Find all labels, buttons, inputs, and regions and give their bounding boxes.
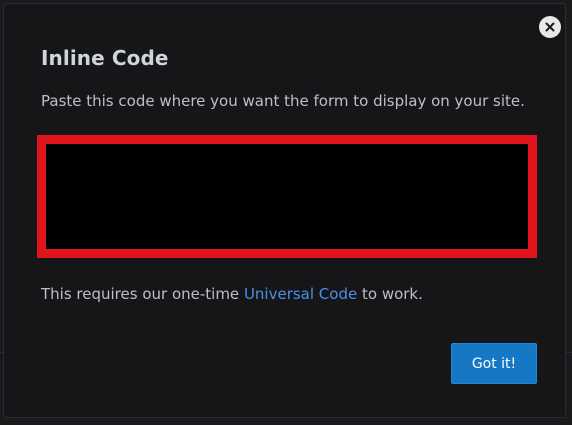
code-box-highlight [37, 135, 537, 258]
dialog-instruction: Paste this code where you want the form … [41, 92, 525, 110]
close-button[interactable] [539, 16, 561, 38]
dialog-title: Inline Code [41, 46, 169, 70]
inline-code-field[interactable] [46, 144, 528, 249]
universal-code-link[interactable]: Universal Code [244, 285, 357, 303]
footnote-suffix: to work. [357, 285, 423, 303]
footnote-prefix: This requires our one-time [41, 285, 244, 303]
dialog-footnote: This requires our one-time Universal Cod… [41, 283, 423, 305]
got-it-button[interactable]: Got it! [451, 343, 537, 384]
close-icon [545, 22, 555, 32]
inline-code-dialog: Inline Code Paste this code where you wa… [3, 3, 566, 418]
